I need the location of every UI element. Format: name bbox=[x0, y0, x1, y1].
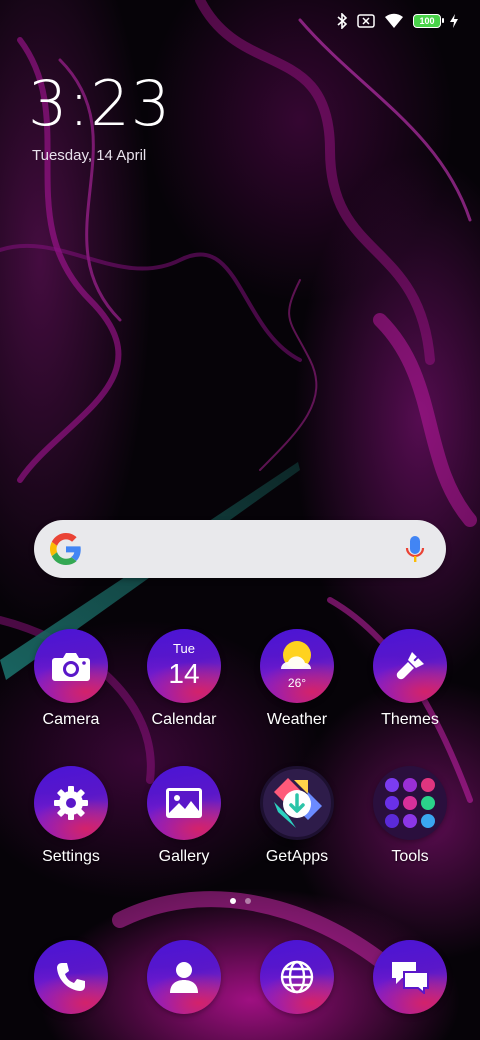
page-dot-active[interactable] bbox=[229, 898, 236, 904]
google-g-icon bbox=[50, 533, 81, 565]
app-weather[interactable]: 26° Weather bbox=[242, 629, 352, 729]
calendar-day: 14 bbox=[168, 658, 200, 689]
weather-temperature: 26° bbox=[287, 676, 307, 690]
charging-icon bbox=[450, 14, 458, 28]
weather-icon: 26° bbox=[260, 629, 334, 703]
paintbrush-icon bbox=[373, 629, 447, 703]
app-label: Calendar bbox=[151, 711, 217, 728]
app-calendar[interactable]: Tue 14 Calendar bbox=[129, 629, 239, 729]
app-label: GetApps bbox=[265, 848, 329, 865]
app-settings[interactable]: Settings bbox=[16, 766, 126, 866]
page-dot[interactable] bbox=[244, 898, 251, 904]
app-camera[interactable]: Camera bbox=[16, 629, 126, 729]
app-getapps[interactable]: GetApps bbox=[242, 766, 352, 866]
bluetooth-icon bbox=[336, 13, 348, 29]
battery-icon: 100 bbox=[413, 14, 444, 28]
camera-icon bbox=[34, 629, 108, 703]
clock-date[interactable]: Tuesday, 14 April bbox=[32, 147, 146, 164]
calendar-icon: Tue 14 bbox=[147, 629, 221, 703]
tools-folder-icon bbox=[373, 766, 447, 840]
browser-globe-icon bbox=[260, 940, 334, 1014]
contacts-icon bbox=[147, 940, 221, 1014]
dock-contacts[interactable] bbox=[129, 940, 239, 1014]
app-themes[interactable]: Themes bbox=[355, 629, 465, 729]
calendar-weekday: Tue bbox=[173, 641, 195, 656]
dock-messages[interactable] bbox=[355, 940, 465, 1014]
app-label: Gallery bbox=[158, 848, 210, 865]
dock-phone[interactable] bbox=[16, 940, 126, 1014]
no-sim-icon bbox=[357, 14, 375, 28]
microphone-icon[interactable] bbox=[404, 534, 426, 566]
app-folder-tools[interactable]: Tools bbox=[355, 766, 465, 866]
app-label: Tools bbox=[391, 848, 429, 865]
page-indicator bbox=[0, 898, 480, 904]
image-icon bbox=[147, 766, 221, 840]
clock-time[interactable]: 3:23 bbox=[28, 68, 171, 140]
gear-icon bbox=[34, 766, 108, 840]
messages-icon bbox=[373, 940, 447, 1014]
phone-icon bbox=[34, 940, 108, 1014]
google-search-bar[interactable] bbox=[34, 520, 446, 578]
dock-browser[interactable] bbox=[242, 940, 352, 1014]
app-label: Themes bbox=[381, 711, 439, 728]
app-label: Weather bbox=[266, 711, 328, 728]
app-gallery[interactable]: Gallery bbox=[129, 766, 239, 866]
wifi-icon bbox=[384, 13, 404, 29]
app-label: Settings bbox=[42, 848, 100, 865]
status-bar: 100 bbox=[336, 10, 458, 32]
getapps-icon bbox=[260, 766, 334, 840]
app-label: Camera bbox=[42, 711, 100, 728]
